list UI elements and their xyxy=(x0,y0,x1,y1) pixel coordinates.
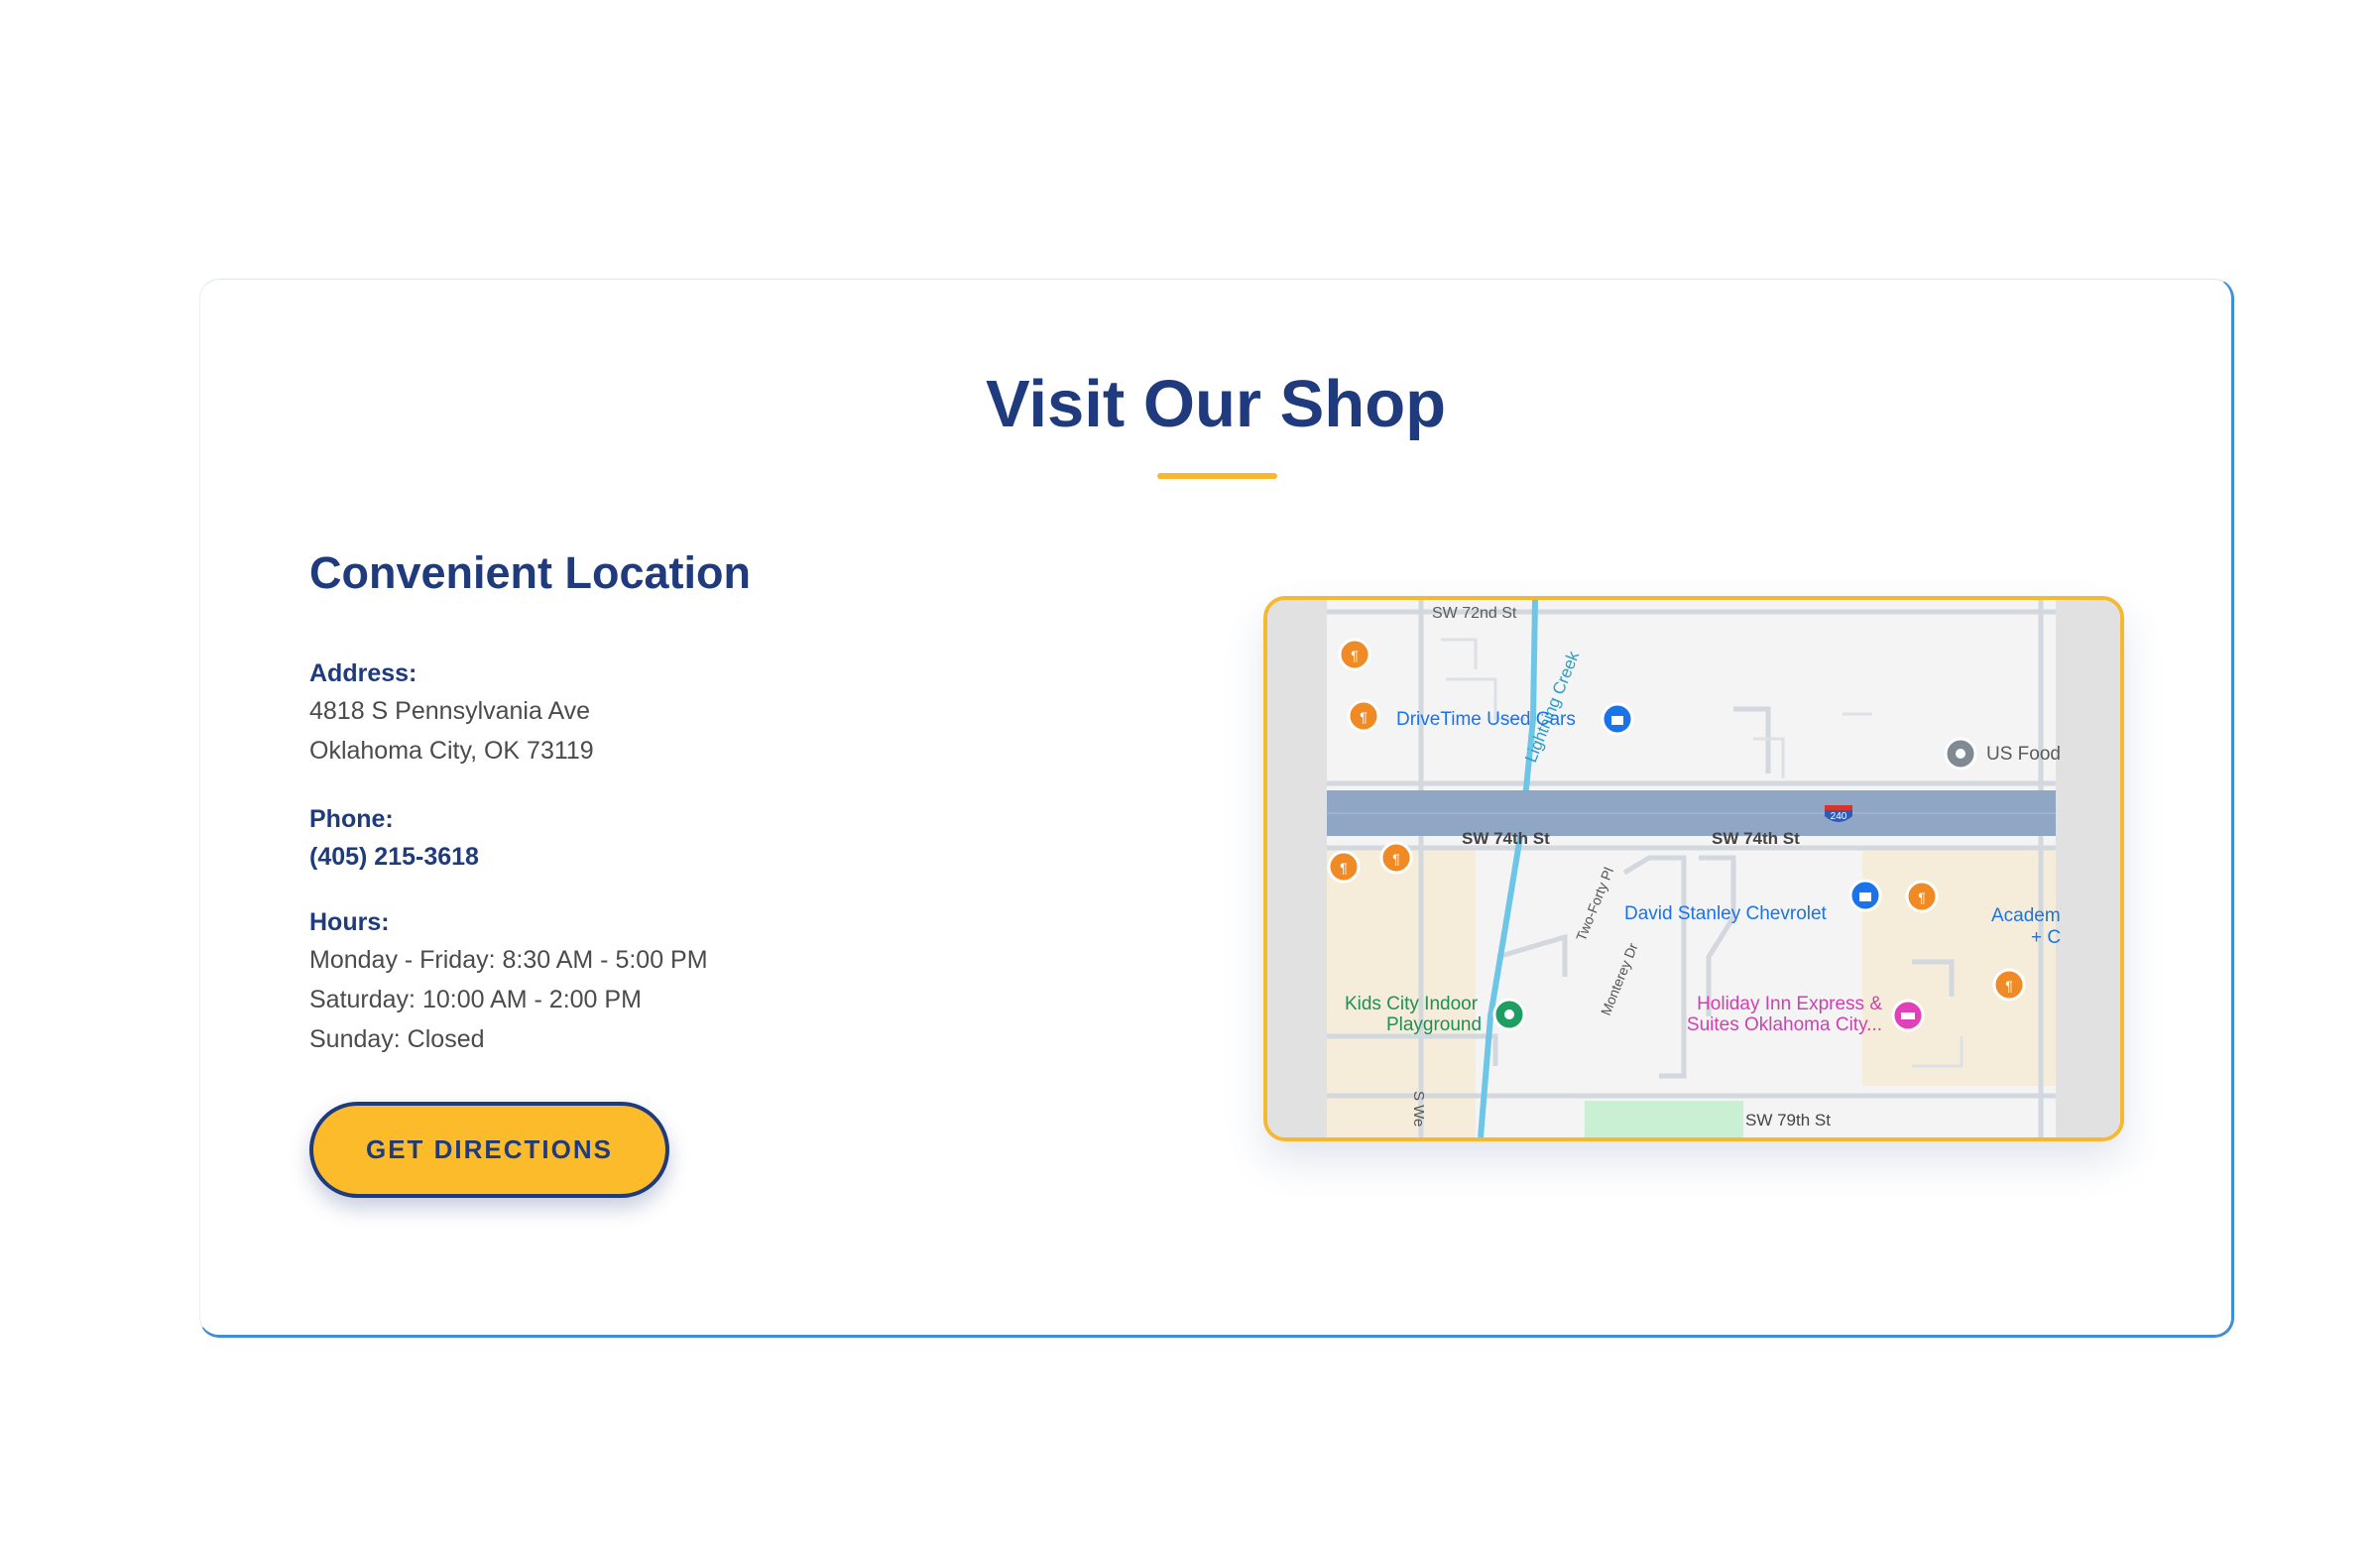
hours-label: Hours: xyxy=(309,908,390,936)
street-label-sw79: SW 79th St xyxy=(1745,1111,1831,1129)
svg-text:¶: ¶ xyxy=(1392,851,1400,867)
map-edge-right xyxy=(2056,600,2120,1137)
map-embed[interactable]: 240 SW 72nd St SW 74th St SW 74th St SW … xyxy=(1263,596,2124,1141)
place-label-academy-1[interactable]: Academ xyxy=(1991,905,2061,926)
map-canvas[interactable]: 240 SW 72nd St SW 74th St SW 74th St SW … xyxy=(1267,600,2120,1137)
restaurant-icon[interactable]: ¶ xyxy=(1992,968,2026,1002)
phone-link[interactable]: (405) 215-3618 xyxy=(309,845,479,870)
address-label: Address: xyxy=(309,659,417,687)
interstate-label: 240 xyxy=(1831,811,1847,822)
hours-sunday: Sunday: Closed xyxy=(309,1025,485,1053)
shopping-bag-icon[interactable] xyxy=(1601,702,1634,736)
svg-text:¶: ¶ xyxy=(1340,860,1348,876)
restaurant-icon[interactable]: ¶ xyxy=(1347,699,1380,733)
place-label-kids-city-1[interactable]: Kids City Indoor xyxy=(1345,994,1479,1014)
hotel-icon[interactable] xyxy=(1891,999,1925,1032)
restaurant-icon[interactable]: ¶ xyxy=(1379,841,1413,875)
title-underline xyxy=(1157,473,1277,479)
place-icon[interactable] xyxy=(1944,737,1977,771)
restaurant-icon[interactable]: ¶ xyxy=(1905,880,1939,913)
street-label-s-west: S We xyxy=(1410,1091,1427,1127)
hours-saturday: Saturday: 10:00 AM - 2:00 PM xyxy=(309,986,642,1013)
place-label-drivetime[interactable]: DriveTime Used Cars xyxy=(1396,709,1576,730)
park-icon[interactable] xyxy=(1492,998,1526,1031)
visit-shop-card: Visit Our Shop Convenient Location Addre… xyxy=(199,279,2234,1338)
location-heading: Convenient Location xyxy=(309,547,752,598)
phone-label: Phone: xyxy=(309,805,394,833)
place-label-chevrolet[interactable]: David Stanley Chevrolet xyxy=(1624,903,1828,924)
restaurant-icon[interactable]: ¶ xyxy=(1327,850,1361,884)
map-edge-left xyxy=(1267,600,1327,1137)
street-label-sw72: SW 72nd St xyxy=(1432,605,1517,622)
hours-weekdays: Monday - Friday: 8:30 AM - 5:00 PM xyxy=(309,946,708,974)
svg-text:¶: ¶ xyxy=(2005,978,2013,994)
place-label-us-food[interactable]: US Food xyxy=(1986,744,2061,765)
place-label-kids-city-2: Playground xyxy=(1386,1014,1482,1035)
street-label-sw74-west: SW 74th St xyxy=(1462,829,1550,848)
land-parcel-east xyxy=(1862,848,2056,1086)
svg-text:¶: ¶ xyxy=(1918,890,1926,905)
place-label-holiday-1[interactable]: Holiday Inn Express & xyxy=(1697,994,1882,1014)
svg-text:¶: ¶ xyxy=(1351,648,1359,663)
place-label-holiday-2: Suites Oklahoma City... xyxy=(1687,1014,1882,1035)
street-label-sw74-east: SW 74th St xyxy=(1712,829,1800,848)
svg-text:¶: ¶ xyxy=(1360,709,1368,725)
address-line-2: Oklahoma City, OK 73119 xyxy=(309,737,594,765)
section-title: Visit Our Shop xyxy=(985,367,1447,441)
place-label-academy-2: + C xyxy=(2031,927,2061,948)
park-area xyxy=(1585,1101,1743,1137)
shopping-bag-icon[interactable] xyxy=(1848,879,1882,912)
restaurant-icon[interactable]: ¶ xyxy=(1338,638,1371,671)
get-directions-button[interactable]: GET DIRECTIONS xyxy=(309,1102,669,1198)
address-line-1: 4818 S Pennsylvania Ave xyxy=(309,697,591,725)
